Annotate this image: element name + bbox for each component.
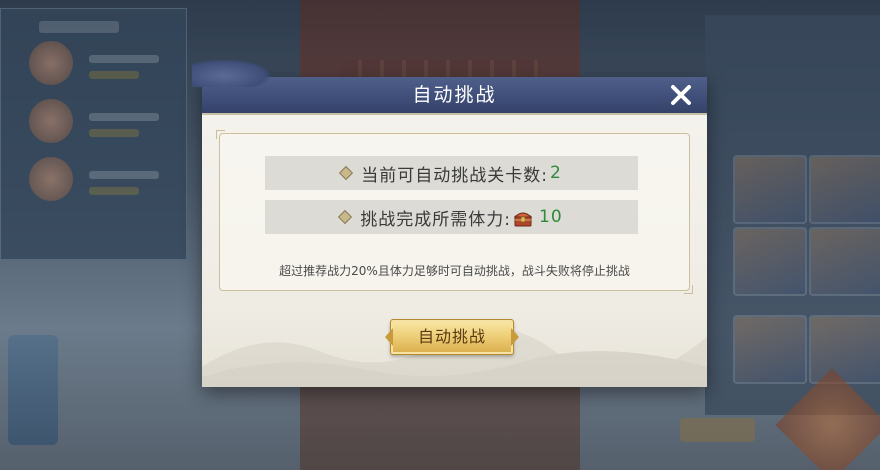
- challenge-count-row: 当前可自动挑战关卡数: 2: [265, 156, 638, 190]
- stamina-cost-label: 挑战完成所需体力:: [360, 209, 512, 230]
- diamond-bullet-icon: [338, 209, 353, 225]
- background-left-panel: [0, 8, 187, 260]
- background-right-panel: [705, 15, 880, 415]
- stamina-cost-value: 10: [539, 207, 563, 227]
- stamina-cost-row: 挑战完成所需体力: 10: [265, 200, 638, 234]
- challenge-count-value: 2: [549, 163, 562, 183]
- challenge-count-label: 当前可自动挑战关卡数:: [361, 165, 548, 186]
- auto-challenge-dialog: 自动挑战 当前可自动挑战关卡数: 2 挑战完成所需体力: 10 超过推荐战力20…: [192, 59, 707, 387]
- background-button: [680, 418, 755, 442]
- auto-challenge-button[interactable]: 自动挑战: [390, 319, 514, 355]
- diamond-bullet-icon: [339, 165, 354, 181]
- close-icon: [671, 85, 691, 105]
- background-side-button: [8, 335, 58, 445]
- treasure-chest-icon: [513, 212, 533, 226]
- close-button[interactable]: [667, 81, 695, 109]
- dialog-header: 自动挑战: [192, 59, 707, 115]
- info-panel: 当前可自动挑战关卡数: 2 挑战完成所需体力: 10 超过推荐战力20%且体力足…: [216, 130, 693, 294]
- dialog-title: 自动挑战: [412, 84, 497, 106]
- auto-challenge-note: 超过推荐战力20%且体力足够时可自动挑战，战斗失败将停止挑战: [279, 264, 630, 278]
- dialog-body: 当前可自动挑战关卡数: 2 挑战完成所需体力: 10 超过推荐战力20%且体力足…: [202, 115, 707, 387]
